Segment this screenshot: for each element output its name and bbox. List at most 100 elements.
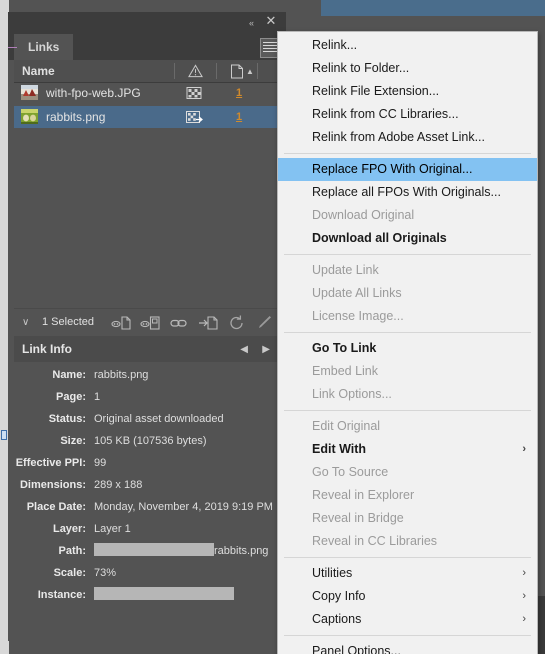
- thumbnail: [21, 85, 38, 100]
- menu-item-reveal-in-bridge: Reveal in Bridge: [278, 507, 537, 530]
- link-info-header: Link Info ◀ ▶: [14, 336, 280, 362]
- links-panel-context-menu: Relink... Relink to Folder... Relink File …: [277, 31, 538, 654]
- menu-item-label: Relink to Folder...: [312, 61, 410, 75]
- submenu-arrow-icon: ›: [522, 590, 526, 602]
- menu-item-copy-info[interactable]: Copy Info ›: [278, 585, 537, 608]
- menu-item-label: Go To Source: [312, 465, 389, 479]
- links-list-empty-area: [14, 130, 280, 309]
- go-to-link-icon[interactable]: [168, 314, 190, 332]
- info-row-dimensions: Dimensions: 289 x 188: [14, 474, 280, 496]
- panel-tabbar: Links: [8, 34, 286, 60]
- menu-item-replace-all-fpos-with-originals[interactable]: Replace all FPOs With Originals...: [278, 181, 537, 204]
- link-page-number[interactable]: 1: [236, 106, 242, 128]
- info-value: 73%: [94, 567, 117, 579]
- menu-item-label: Relink from Adobe Asset Link...: [312, 130, 486, 144]
- menu-separator: [284, 254, 531, 255]
- menu-separator: [284, 153, 531, 154]
- list-item[interactable]: rabbits.png 1: [14, 106, 280, 128]
- info-label: Scale:: [53, 567, 86, 579]
- collapse-panel-icon[interactable]: «: [244, 16, 258, 30]
- menu-item-download-all-originals[interactable]: Download all Originals: [278, 227, 537, 250]
- link-page-number[interactable]: 1: [236, 82, 242, 104]
- linked-image-icon[interactable]: [186, 110, 204, 124]
- menu-item-panel-options[interactable]: Panel Options...: [278, 640, 537, 654]
- menu-item-go-to-link[interactable]: Go To Link: [278, 337, 537, 360]
- layers-panel-row[interactable]: › Layer 1: [321, 0, 545, 16]
- info-label: Instance:: [37, 589, 86, 601]
- links-list: with-fpo-web.JPG 1 rabbits.png 1: [14, 82, 280, 130]
- menu-item-relink[interactable]: Relink...: [278, 34, 537, 57]
- submenu-arrow-icon: ›: [522, 443, 526, 455]
- info-row-scale: Scale: 73%: [14, 562, 280, 584]
- info-row-place-date: Place Date: Monday, November 4, 2019 9:1…: [14, 496, 280, 518]
- link-filename: with-fpo-web.JPG: [46, 86, 141, 100]
- sort-caret-icon[interactable]: ▲: [246, 67, 254, 76]
- menu-item-label: Go To Link: [312, 341, 377, 355]
- menu-item-label: Edit With: [312, 442, 367, 456]
- fpo-image-icon[interactable]: [186, 86, 204, 100]
- menu-item-reveal-in-explorer: Reveal in Explorer: [278, 484, 537, 507]
- relink-icon[interactable]: [110, 314, 132, 332]
- menu-item-label: Download all Originals: [312, 231, 447, 245]
- menu-item-utilities[interactable]: Utilities ›: [278, 562, 537, 585]
- redacted-path: [94, 543, 214, 556]
- list-item[interactable]: with-fpo-web.JPG 1: [14, 82, 280, 104]
- menu-item-link-options: Link Options...: [278, 383, 537, 406]
- close-panel-icon[interactable]: ✕: [264, 15, 278, 29]
- menu-item-label: Captions: [312, 612, 362, 626]
- info-row-instance: Instance:: [14, 584, 280, 606]
- panel-titlebar: « ✕: [8, 12, 286, 34]
- menu-item-captions[interactable]: Captions ›: [278, 608, 537, 631]
- page-icon[interactable]: [230, 64, 244, 79]
- menu-item-label: Relink...: [312, 38, 358, 52]
- info-value: Layer 1: [94, 523, 131, 535]
- selection-count-label: 1 Selected: [42, 316, 94, 328]
- menu-item-go-to-source: Go To Source: [278, 461, 537, 484]
- info-row-path: Path: rabbits.png: [14, 540, 280, 562]
- menu-item-license-image: License Image...: [278, 305, 537, 328]
- update-link-icon[interactable]: [226, 314, 248, 332]
- relink-to-folder-icon[interactable]: [139, 314, 161, 332]
- info-value-path: rabbits.png: [94, 540, 268, 562]
- info-row-name: Name: rabbits.png: [14, 364, 280, 386]
- previous-link-icon[interactable]: ◀: [240, 344, 248, 355]
- menu-item-label: Utilities: [312, 566, 353, 580]
- panel-resize-handle[interactable]: [0, 428, 8, 442]
- column-header-name[interactable]: Name: [22, 60, 55, 82]
- embed-link-icon[interactable]: [197, 314, 219, 332]
- menu-item-label: Panel Options...: [312, 644, 401, 654]
- info-value: rabbits.png: [94, 369, 149, 381]
- info-row-status: Status: Original asset downloaded: [14, 408, 280, 430]
- info-value: 99: [94, 457, 107, 469]
- menu-item-label: Relink File Extension...: [312, 84, 440, 98]
- menu-item-label: Edit Original: [312, 419, 381, 433]
- info-value-instance: [94, 584, 234, 606]
- panel-edge-marker: [8, 47, 17, 48]
- info-value: Monday, November 4, 2019 9:19 PM: [94, 501, 273, 513]
- menu-item-edit-with[interactable]: Edit With ›: [278, 438, 537, 461]
- menu-item-label: Link Options...: [312, 387, 392, 401]
- menu-item-embed-link: Embed Link: [278, 360, 537, 383]
- menu-item-relink-from-cc-libraries[interactable]: Relink from CC Libraries...: [278, 103, 537, 126]
- menu-item-label: Replace FPO With Original...: [312, 162, 473, 176]
- menu-item-update-link: Update Link: [278, 259, 537, 282]
- menu-item-relink-from-adobe-asset-link[interactable]: Relink from Adobe Asset Link...: [278, 126, 537, 149]
- path-filename: rabbits.png: [214, 545, 269, 557]
- tab-links[interactable]: Links: [14, 34, 74, 60]
- info-label: Dimensions:: [19, 479, 86, 491]
- links-toolbar: ∨ 1 Selected: [14, 309, 280, 337]
- menu-item-label: Embed Link: [312, 364, 379, 378]
- links-panel: « ✕ Links Name ▲ with-fpo-web.JPG 1 rabb…: [8, 12, 286, 641]
- info-row-effective-ppi: Effective PPI: 99: [14, 452, 280, 474]
- menu-item-relink-to-folder[interactable]: Relink to Folder...: [278, 57, 537, 80]
- menu-separator: [284, 557, 531, 558]
- menu-item-label: Update Link: [312, 263, 379, 277]
- edit-original-icon[interactable]: [255, 314, 277, 332]
- chevron-down-icon[interactable]: ∨: [22, 317, 29, 328]
- next-link-icon[interactable]: ▶: [262, 344, 270, 355]
- menu-item-relink-file-extension[interactable]: Relink File Extension...: [278, 80, 537, 103]
- column-divider: [174, 63, 175, 79]
- warning-triangle-icon[interactable]: [188, 64, 203, 78]
- info-label: Page:: [56, 391, 86, 403]
- menu-item-replace-fpo-with-original[interactable]: Replace FPO With Original...: [278, 158, 537, 181]
